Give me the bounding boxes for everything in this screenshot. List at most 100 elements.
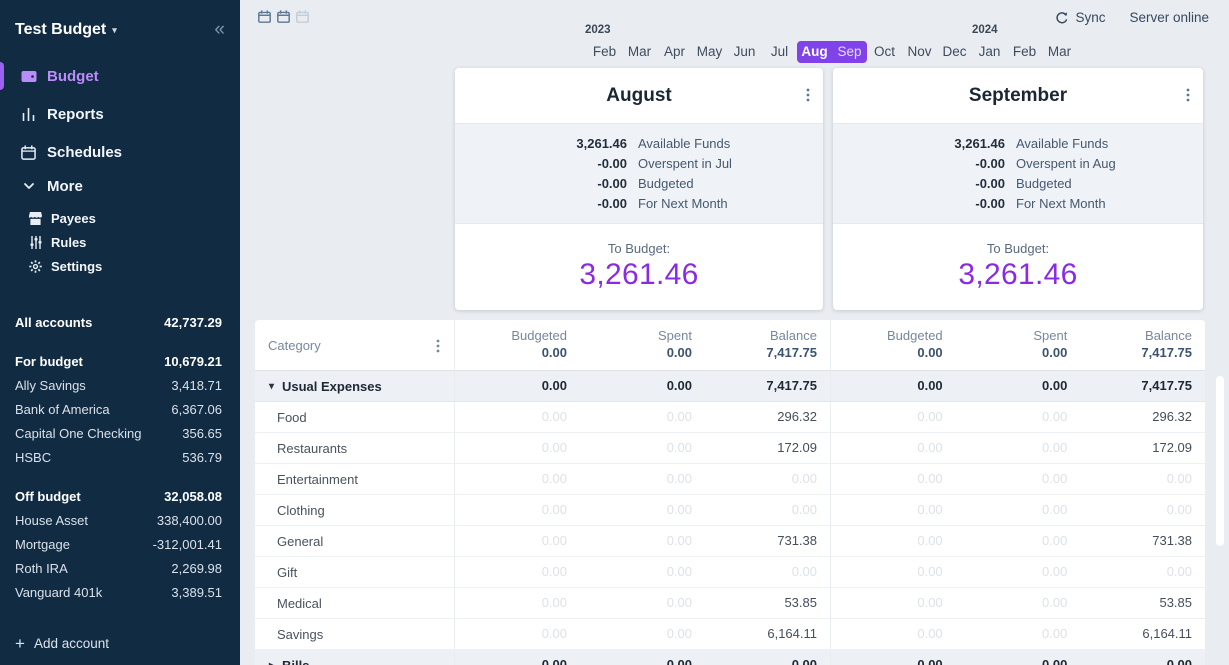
category-group-name-cell[interactable]: ▾Usual Expenses [255, 371, 455, 401]
summary-value[interactable]: -0.00 [833, 156, 1005, 171]
balance-cell[interactable]: 0.00 [1080, 464, 1205, 494]
category-name[interactable]: Entertainment [255, 464, 455, 494]
spent-cell[interactable]: 0.00 [580, 526, 705, 556]
spent-cell[interactable]: 0.00 [956, 402, 1081, 432]
balance-cell[interactable]: 731.38 [1080, 526, 1205, 556]
account-row[interactable]: Mortgage-312,001.41 [0, 532, 240, 556]
budgeted-cell[interactable]: 0.00 [455, 619, 580, 649]
budgeted-cell[interactable]: 0.00 [455, 433, 580, 463]
balance-cell[interactable]: 296.32 [1080, 402, 1205, 432]
account-row[interactable]: HSBC536.79 [0, 445, 240, 469]
budgeted-cell[interactable]: 0.00 [455, 495, 580, 525]
timeline-month-mar-13[interactable]: Mar [1042, 41, 1077, 63]
account-row[interactable]: Ally Savings3,418.71 [0, 373, 240, 397]
to-budget-amount[interactable]: 3,261.46 [833, 258, 1203, 292]
timeline-month-aug-6[interactable]: Aug [797, 41, 832, 63]
spent-cell[interactable]: 0.00 [580, 433, 705, 463]
budgeted-cell[interactable]: 0.00 [831, 526, 956, 556]
budgeted-cell[interactable]: 0.00 [455, 588, 580, 618]
spent-cell[interactable]: 0.00 [956, 495, 1081, 525]
spent-cell[interactable]: 0.00 [580, 557, 705, 587]
balance-cell[interactable]: 0.00 [1080, 495, 1205, 525]
spent-cell[interactable]: 0.00 [956, 526, 1081, 556]
account-group-header[interactable]: For budget10,679.21 [0, 349, 240, 373]
collapse-sidebar-icon[interactable]: « [214, 20, 225, 39]
summary-value[interactable]: -0.00 [455, 176, 627, 191]
account-row[interactable]: Vanguard 401k3,389.51 [0, 580, 240, 604]
month-menu-icon[interactable] [1186, 88, 1190, 102]
timeline-month-jun-4[interactable]: Jun [727, 41, 762, 63]
sidebar-item-reports[interactable]: Reports [0, 95, 240, 133]
group-spent-total[interactable]: 0.00 [956, 371, 1081, 401]
expand-group-icon[interactable]: ▸ [269, 660, 282, 665]
category-name[interactable]: General [255, 526, 455, 556]
group-budgeted-total[interactable]: 0.00 [455, 371, 580, 401]
sidebar-item-more[interactable]: More [0, 171, 240, 201]
category-name[interactable]: Gift [255, 557, 455, 587]
summary-value[interactable]: -0.00 [455, 156, 627, 171]
budget-file-menu[interactable]: Test Budget ▾ [15, 21, 117, 39]
balance-cell[interactable]: 6,164.11 [1080, 619, 1205, 649]
group-spent-total[interactable]: 0.00 [580, 371, 705, 401]
category-group-row[interactable]: ▸Bills0.000.000.000.000.000.00 [255, 650, 1205, 665]
timeline-month-nov-9[interactable]: Nov [902, 41, 937, 63]
timeline-month-sep-7[interactable]: Sep [832, 41, 867, 63]
balance-cell[interactable]: 731.38 [705, 526, 830, 556]
category-header-label[interactable]: Category [255, 338, 321, 353]
month-menu-icon[interactable] [806, 88, 810, 102]
summary-value[interactable]: -0.00 [833, 176, 1005, 191]
balance-cell[interactable]: 0.00 [705, 557, 830, 587]
group-balance-total[interactable]: 0.00 [705, 650, 830, 665]
group-budgeted-total[interactable]: 0.00 [831, 650, 956, 665]
balance-cell[interactable]: 53.85 [705, 588, 830, 618]
add-account-button[interactable]: + Add account [15, 635, 109, 652]
category-name[interactable]: Restaurants [255, 433, 455, 463]
category-name[interactable]: Medical [255, 588, 455, 618]
balance-cell[interactable]: 0.00 [705, 495, 830, 525]
group-budgeted-total[interactable]: 0.00 [455, 650, 580, 665]
months-view-toggle-1[interactable] [258, 10, 271, 23]
budgeted-cell[interactable]: 0.00 [455, 526, 580, 556]
spent-cell[interactable]: 0.00 [580, 495, 705, 525]
budgeted-cell[interactable]: 0.00 [455, 402, 580, 432]
spent-cell[interactable]: 0.00 [580, 464, 705, 494]
scrollbar-thumb[interactable] [1216, 376, 1224, 546]
category-group-name-cell[interactable]: ▸Bills [255, 650, 455, 665]
balance-cell[interactable]: 53.85 [1080, 588, 1205, 618]
timeline-month-jan-11[interactable]: Jan [972, 41, 1007, 63]
summary-value[interactable]: 3,261.46 [833, 136, 1005, 151]
balance-cell[interactable]: 172.09 [1080, 433, 1205, 463]
server-status[interactable]: Server online [1129, 10, 1209, 25]
balance-cell[interactable]: 172.09 [705, 433, 830, 463]
budgeted-cell[interactable]: 0.00 [831, 464, 956, 494]
group-budgeted-total[interactable]: 0.00 [831, 371, 956, 401]
sidebar-item-rules[interactable]: Rules [0, 230, 240, 254]
sidebar-item-budget[interactable]: Budget [0, 57, 240, 95]
budgeted-cell[interactable]: 0.00 [831, 495, 956, 525]
group-balance-total[interactable]: 7,417.75 [1080, 371, 1205, 401]
timeline-month-feb-12[interactable]: Feb [1007, 41, 1042, 63]
spent-cell[interactable]: 0.00 [956, 464, 1081, 494]
timeline-month-apr-2[interactable]: Apr [657, 41, 692, 63]
category-menu-icon[interactable] [436, 339, 440, 353]
group-balance-total[interactable]: 7,417.75 [705, 371, 830, 401]
timeline-month-jul-5[interactable]: Jul [762, 41, 797, 63]
category-name[interactable]: Food [255, 402, 455, 432]
balance-cell[interactable]: 6,164.11 [705, 619, 830, 649]
sidebar-item-schedules[interactable]: Schedules [0, 133, 240, 171]
account-row[interactable]: Capital One Checking356.65 [0, 421, 240, 445]
sync-button[interactable]: Sync [1055, 10, 1105, 25]
months-view-toggle-3[interactable] [296, 10, 309, 23]
category-name[interactable]: Clothing [255, 495, 455, 525]
account-group-header[interactable]: Off budget32,058.08 [0, 484, 240, 508]
budgeted-cell[interactable]: 0.00 [831, 402, 956, 432]
timeline-month-oct-8[interactable]: Oct [867, 41, 902, 63]
timeline-month-feb-0[interactable]: Feb [587, 41, 622, 63]
budgeted-cell[interactable]: 0.00 [455, 464, 580, 494]
account-row[interactable]: House Asset338,400.00 [0, 508, 240, 532]
budgeted-cell[interactable]: 0.00 [831, 619, 956, 649]
spent-cell[interactable]: 0.00 [580, 588, 705, 618]
to-budget-amount[interactable]: 3,261.46 [455, 258, 823, 292]
budgeted-cell[interactable]: 0.00 [455, 557, 580, 587]
account-row[interactable]: Bank of America6,367.06 [0, 397, 240, 421]
